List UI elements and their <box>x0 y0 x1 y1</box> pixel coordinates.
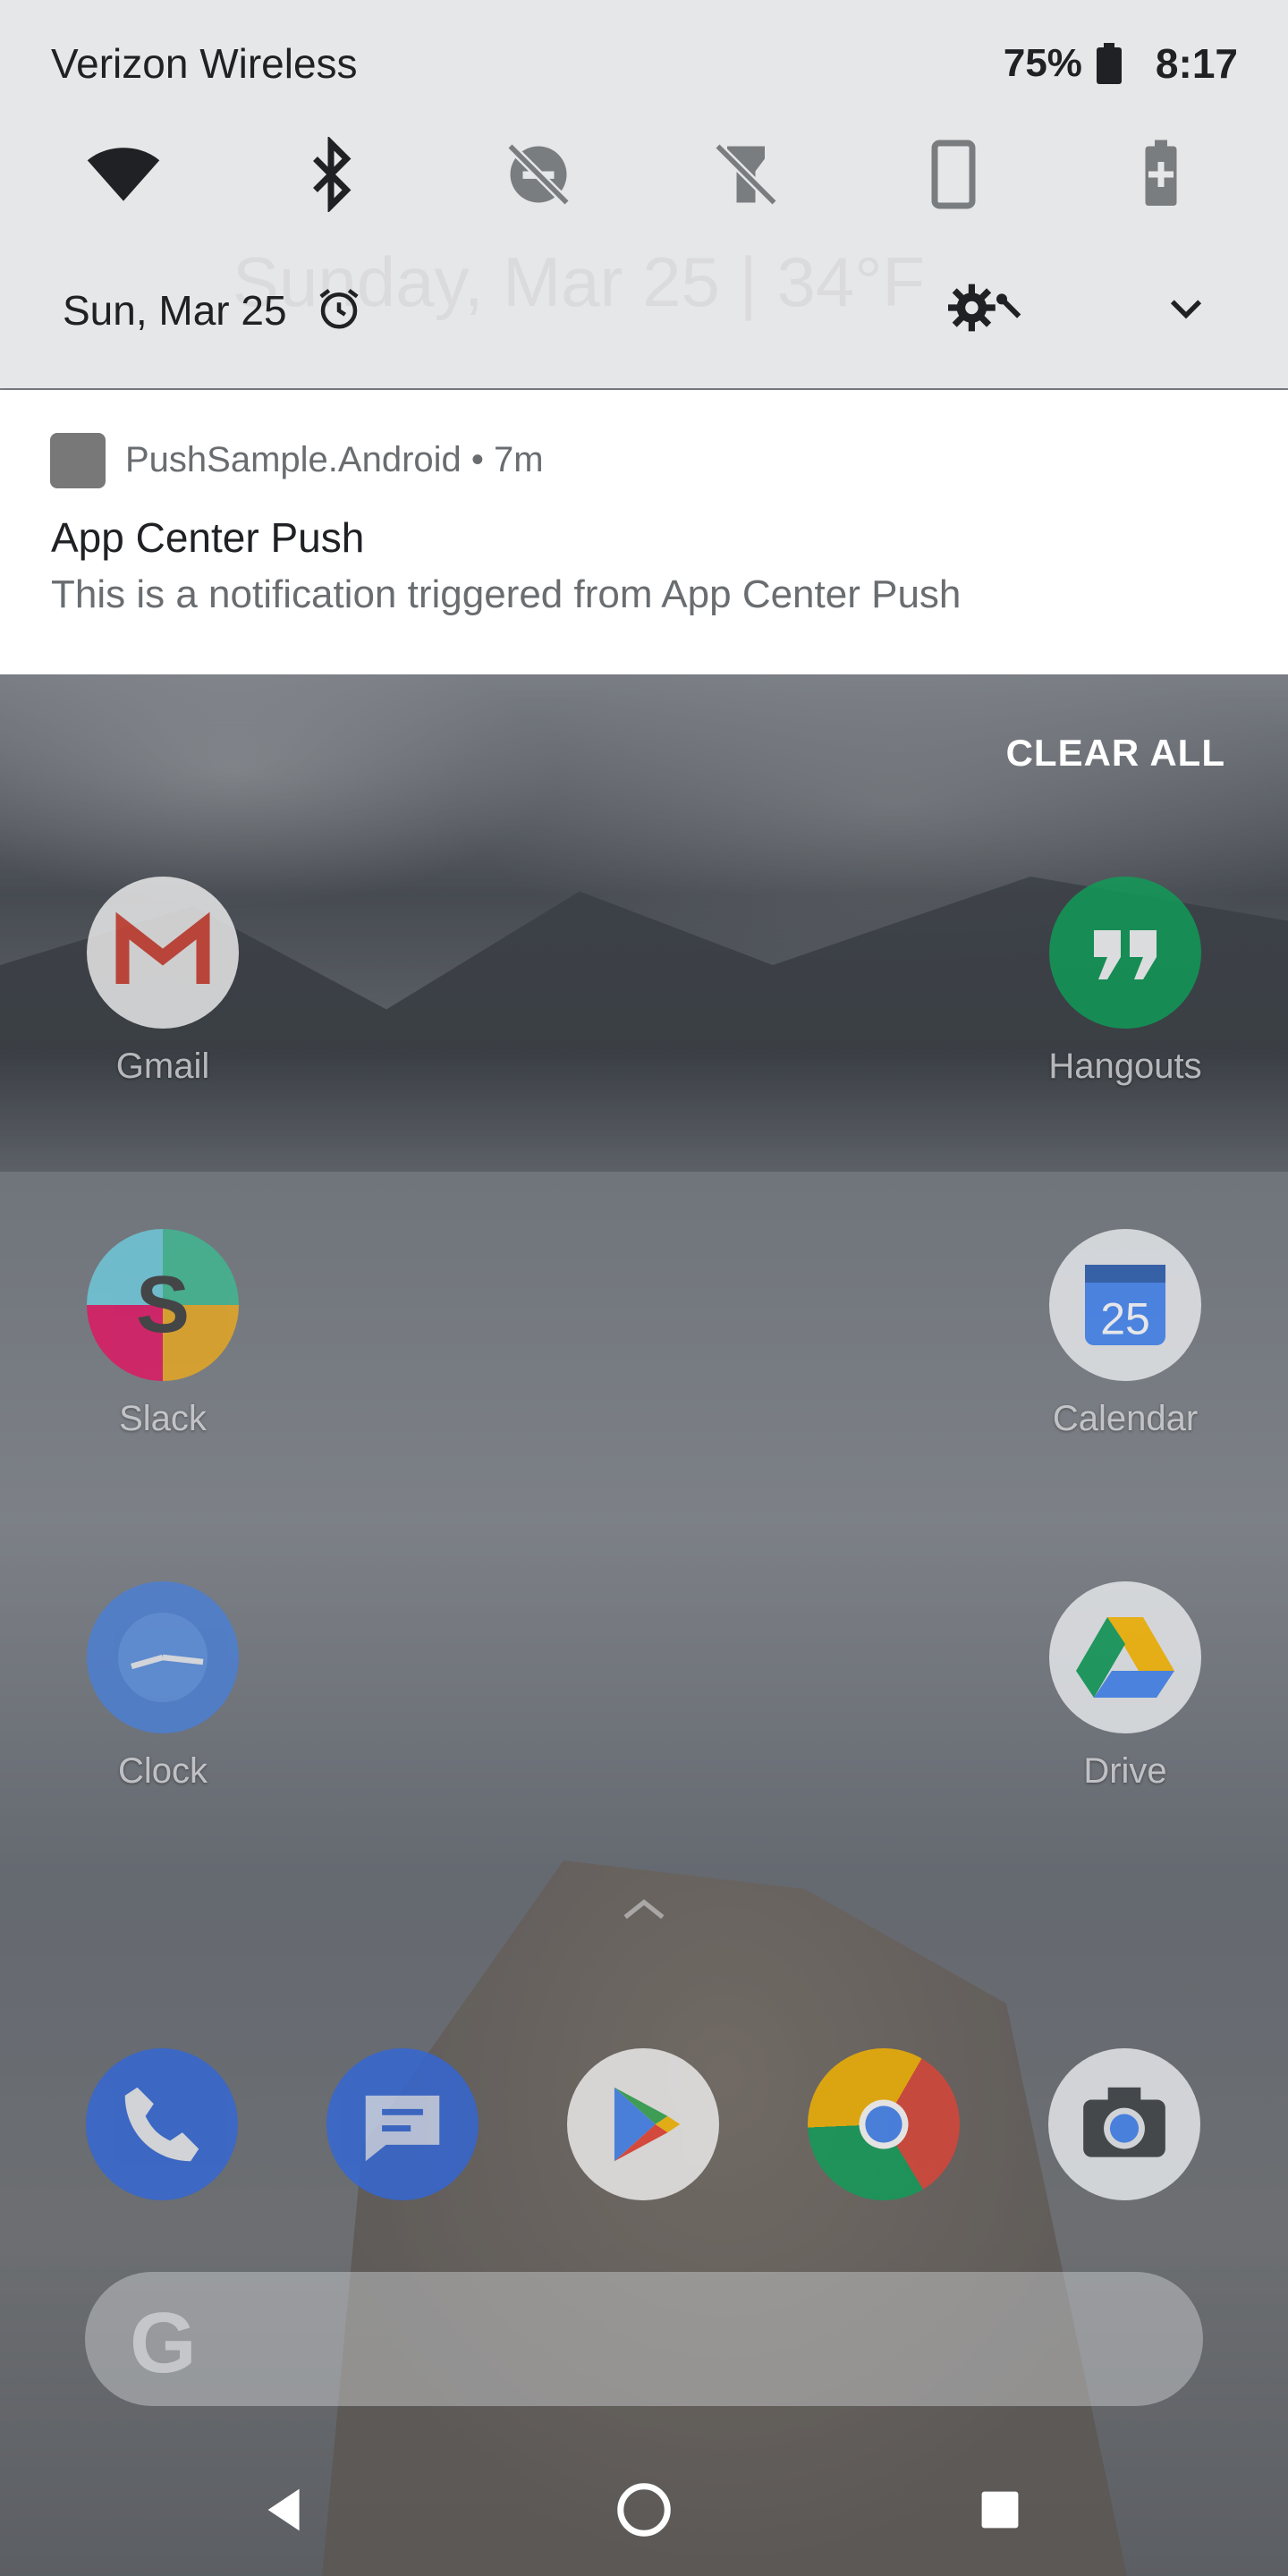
app-clock[interactable]: Clock <box>82 1581 243 1792</box>
battery-icon <box>1096 43 1122 84</box>
app-slack[interactable]: S Slack <box>82 1229 243 1439</box>
messages-icon[interactable] <box>326 2048 479 2200</box>
alarm-icon[interactable] <box>315 284 363 333</box>
clear-all-button[interactable]: CLEAR ALL <box>1006 732 1225 775</box>
settings-icon[interactable] <box>948 281 1034 335</box>
camera-icon[interactable] <box>1048 2048 1200 2200</box>
navigation-bar <box>0 2442 1288 2576</box>
google-logo-icon: G <box>130 2295 197 2391</box>
notification-body: This is a notification triggered from Ap… <box>51 572 962 616</box>
date-label[interactable]: Sun, Mar 25 <box>63 286 287 335</box>
chevron-up-icon[interactable] <box>622 1896 666 1923</box>
recents-icon[interactable] <box>964 2474 1036 2546</box>
svg-text:S: S <box>136 1260 190 1350</box>
quick-settings-panel: Verizon Wireless 75% 8:17 Sunday, Mar 25… <box>0 0 1288 388</box>
app-gmail[interactable]: Gmail <box>82 877 243 1087</box>
gmail-icon <box>87 877 239 1029</box>
app-hangouts[interactable]: Hangouts <box>1045 877 1206 1087</box>
wifi-icon[interactable] <box>83 134 164 215</box>
bluetooth-icon[interactable] <box>291 134 371 215</box>
chrome-icon[interactable] <box>808 2048 960 2200</box>
clock-icon <box>87 1581 239 1733</box>
app-label: Hangouts <box>1048 1046 1202 1086</box>
app-label: Clock <box>117 1751 208 1791</box>
google-search-bar[interactable]: G <box>85 2272 1203 2406</box>
status-time: 8:17 <box>1155 40 1238 87</box>
battery-saver-icon[interactable] <box>1121 134 1201 215</box>
calendar-icon: 25 <box>1049 1229 1201 1381</box>
do-not-disturb-off-icon[interactable] <box>498 134 579 215</box>
app-drive[interactable]: Drive <box>1045 1581 1206 1792</box>
chevron-down-icon[interactable] <box>1163 286 1209 333</box>
auto-rotate-icon[interactable] <box>913 134 994 215</box>
home-icon[interactable] <box>608 2474 680 2546</box>
play-store-icon[interactable] <box>567 2048 719 2200</box>
hangouts-icon <box>1049 877 1201 1029</box>
notification-header: PushSample.Android • 7m <box>125 440 544 479</box>
back-icon[interactable] <box>250 2474 322 2546</box>
app-calendar[interactable]: 25 Calendar <box>1045 1229 1206 1439</box>
calendar-day: 25 <box>1100 1294 1150 1344</box>
battery-percent: 75% <box>1003 41 1082 85</box>
app-label: Drive <box>1083 1751 1167 1791</box>
notification-card[interactable]: PushSample.Android • 7m App Center Push … <box>0 390 1288 674</box>
status-right: 75% 8:17 <box>1004 39 1238 88</box>
flashlight-off-icon[interactable] <box>706 134 786 215</box>
notification-title: App Center Push <box>51 514 365 561</box>
app-label: Slack <box>119 1399 207 1438</box>
slack-icon: S <box>87 1229 239 1381</box>
drive-icon <box>1049 1581 1201 1733</box>
qs-footer: Sunday, Mar 25 | 34°F Sun, Mar 25 <box>0 242 1288 349</box>
carrier-label: Verizon Wireless <box>51 40 358 87</box>
app-label: Gmail <box>115 1046 210 1086</box>
phone-icon[interactable] <box>86 2048 238 2200</box>
app-icon <box>50 433 106 488</box>
app-label: Calendar <box>1052 1399 1199 1438</box>
